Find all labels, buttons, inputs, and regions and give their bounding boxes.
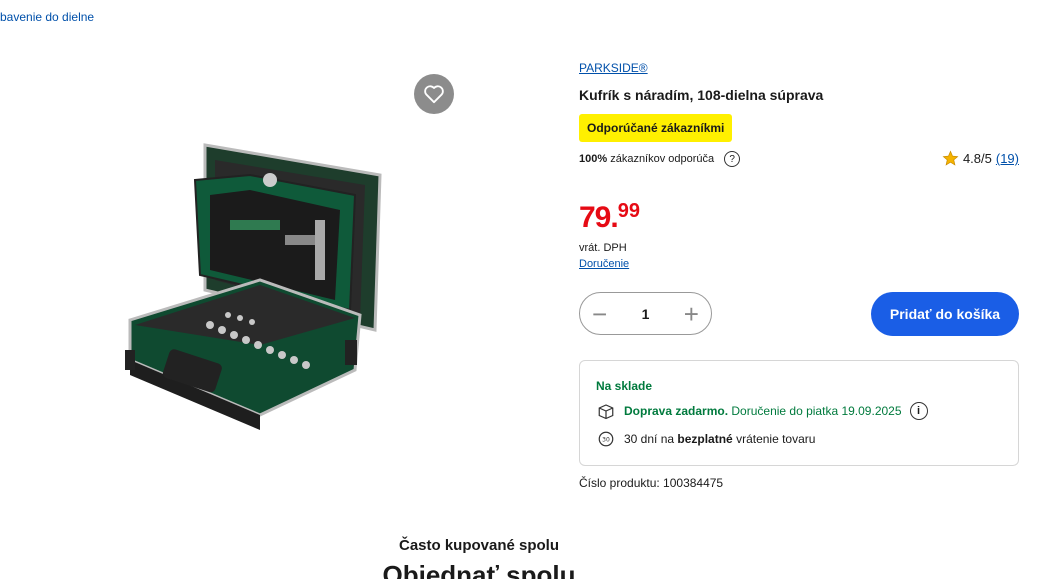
recommend-percent: 100% [579, 153, 608, 165]
return-row: 30 30 dní na bezplatné vrátenie tovaru [596, 429, 1002, 449]
rating: 4.8/5 (19) [942, 150, 1019, 167]
star-icon [942, 150, 959, 166]
add-to-cart-button[interactable]: Pridať do košíka [871, 292, 1019, 336]
return-pre: 30 dní na [624, 432, 678, 446]
return-icon: 30 [596, 429, 616, 449]
rating-count-link[interactable]: (19) [996, 151, 1019, 166]
shipping-date: Doručenie do piatka 19.09.2025 [728, 404, 902, 418]
brand-link[interactable]: PARKSIDE® [579, 61, 648, 75]
package-icon [596, 401, 616, 421]
product-number: Číslo produktu: 100384475 [579, 476, 724, 490]
heart-icon [424, 85, 444, 104]
recommend-text: zákazníkov odporúča [610, 153, 715, 165]
stock-status: Na sklade [596, 379, 653, 393]
rating-value: 4.8/5 [962, 151, 992, 166]
price-main: 79. [579, 201, 619, 234]
often-bought-heading: Často kupované spolu [398, 537, 560, 554]
delivery-link[interactable]: Doručenie [579, 258, 629, 270]
shipping-row: Doprava zadarmo. Doručenie do piatka 19.… [596, 401, 1002, 421]
product-image[interactable] [110, 140, 400, 430]
decrease-button[interactable]: − [592, 301, 607, 327]
recommendation-line: 100% zákazníkov odporúča ? [579, 151, 741, 167]
order-together-heading: Objednať spolu [382, 560, 576, 579]
return-bold: bezplatné [677, 432, 733, 446]
vat-note: vrát. DPH [579, 242, 627, 254]
availability-box: Na sklade Doprava zadarmo. Doručenie do … [579, 360, 1019, 466]
quantity-value[interactable]: 1 [642, 306, 650, 322]
return-post: vrátenie tovaru [732, 432, 816, 446]
favorite-button[interactable] [414, 74, 454, 114]
price-cents: 99 [617, 200, 640, 222]
product-title: Kufrík s náradím, 108-dielna súprava [579, 87, 824, 103]
question-icon[interactable]: ? [724, 151, 741, 167]
svg-text:30: 30 [602, 436, 610, 443]
breadcrumb[interactable]: bavenie do dielne [0, 10, 94, 24]
quantity-stepper: − 1 + [579, 292, 712, 335]
recommended-badge: Odporúčané zákazníkmi [579, 114, 733, 142]
product-gallery [100, 60, 480, 440]
shipping-free: Doprava zadarmo. [624, 404, 729, 418]
increase-button[interactable]: + [684, 301, 699, 327]
price: 79.99 [579, 200, 640, 235]
info-icon[interactable]: i [909, 402, 928, 420]
